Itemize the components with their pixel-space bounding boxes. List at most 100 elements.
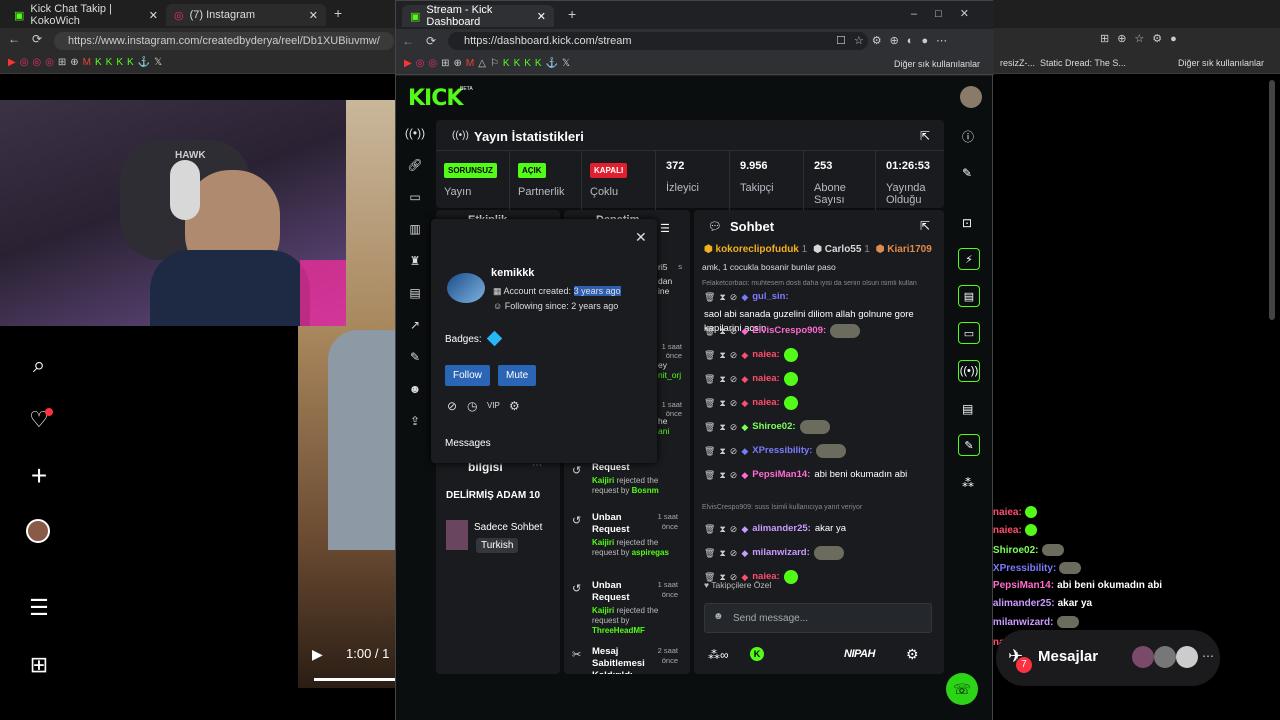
video-progress-bar[interactable]	[314, 678, 395, 681]
ban-icon[interactable]: ⊘	[730, 324, 738, 338]
layout-icon[interactable]: ▤	[962, 402, 973, 416]
ban-icon[interactable]: ⊘	[730, 444, 738, 458]
close-icon[interactable]: ✕	[149, 9, 158, 22]
bookmark-other-favorites[interactable]: Diğer sık kullanılanlar	[894, 59, 980, 69]
window-icon[interactable]: ▭	[404, 186, 426, 208]
ban-icon[interactable]: ⊘	[730, 468, 738, 482]
follow-button[interactable]: Follow	[445, 365, 490, 386]
broadcast-icon[interactable]: ((•))	[958, 360, 980, 382]
moderation-item[interactable]: ↺ Unban Request 1 saat önce Kaijiri rejecte…	[564, 574, 690, 635]
back-icon[interactable]: ←	[8, 32, 20, 46]
timeout-icon[interactable]: ⧗	[719, 348, 725, 362]
help-chat-button[interactable]: ☏	[946, 673, 978, 705]
create-plus-icon[interactable]: +	[26, 460, 52, 491]
new-tab-icon[interactable]: +	[334, 5, 342, 21]
delete-icon[interactable]: 🗑︎	[704, 444, 715, 458]
timeout-icon[interactable]: ⧗	[719, 324, 725, 338]
chart-icon[interactable]: ▥	[404, 218, 426, 240]
chat-icon[interactable]: ▭	[958, 322, 980, 344]
chat-username[interactable]: naiea:	[752, 348, 779, 362]
timeout-icon[interactable]: ⧗	[719, 546, 725, 560]
info-icon[interactable]: ⓘ	[962, 128, 974, 145]
play-icon[interactable]: ▶	[312, 646, 323, 663]
browser-toolbar-icons[interactable]: ⊞⊕☆⚙●	[1100, 32, 1185, 45]
moderation-item[interactable]: ↺ Unban Request 1 saat önce Kaijiri rejecte…	[564, 506, 690, 566]
bolt-icon[interactable]: ⚡︎	[958, 248, 980, 270]
chat-username[interactable]: PepsiMan14:	[752, 468, 810, 482]
chat-username[interactable]: ElvisCrespo909:	[752, 324, 826, 338]
scrollbar[interactable]	[1269, 80, 1275, 320]
link-icon[interactable]: 🔗︎	[404, 154, 426, 176]
ban-icon[interactable]: ⊘	[447, 399, 457, 413]
timeout-icon[interactable]: ⧗	[719, 522, 725, 536]
delete-icon[interactable]: 🗑︎	[704, 348, 715, 362]
target-username[interactable]: ThreeHeadMF	[592, 626, 645, 635]
ban-icon[interactable]: ⊘	[730, 372, 738, 386]
target-username[interactable]: aspiregas	[632, 548, 669, 557]
user-avatar[interactable]	[960, 86, 982, 108]
wrench-icon[interactable]: ✎	[404, 346, 426, 368]
kick-logo[interactable]: KICK	[408, 86, 463, 111]
delete-icon[interactable]: 🗑︎	[704, 468, 715, 482]
tab-kick-chat-takip[interactable]: ▣ Kick Chat Takip | KokoWich ✕	[6, 3, 166, 27]
bookmark-partial[interactable]: resizZ-...	[1000, 58, 1035, 68]
chat-username[interactable]: milanwizard:	[752, 546, 810, 560]
broadcast-icon[interactable]: ((•))	[404, 122, 426, 144]
ban-icon[interactable]: ⊘	[730, 522, 738, 536]
menu-icon[interactable]: ☰	[26, 595, 52, 621]
camera-icon[interactable]: ⊡	[962, 216, 972, 230]
bookmark-icons[interactable]: ▶◎◎⊞⊕M△⚐KKKK⚓𝕏	[404, 58, 574, 69]
moderator-name[interactable]: Kaijiri	[592, 476, 614, 485]
bookmark-icons[interactable]: ▶◎◎◎⊞⊕MKKKK⚓𝕏	[8, 57, 166, 68]
tab-kick-dashboard[interactable]: ▣ Stream - Kick Dashboard ✕	[402, 4, 554, 28]
timeout-icon[interactable]: ⧗	[719, 372, 725, 386]
mod-icon[interactable]: ⚙	[509, 399, 520, 413]
top-gifter[interactable]: ⬢ Carlo55 1	[813, 244, 870, 255]
tag-badge[interactable]: Turkish	[476, 538, 519, 553]
chat-username[interactable]: Shiroe02:	[752, 420, 795, 434]
kick-emote-icon[interactable]: K	[750, 647, 764, 661]
ban-icon[interactable]: ⊘	[730, 420, 738, 434]
bookmark-other-favorites[interactable]: Diğer sık kullanılanlar	[1178, 58, 1264, 68]
settings-gear-icon[interactable]: ⚙	[906, 646, 919, 663]
chat-username[interactable]: XPressibility:	[752, 444, 812, 458]
upload-icon[interactable]: ⇪	[404, 410, 426, 432]
bookmark-static-dread[interactable]: Static Dread: The S...	[1040, 58, 1126, 68]
profile-avatar[interactable]	[26, 519, 50, 543]
reload-icon[interactable]: ⟳	[32, 32, 42, 46]
timeout-icon[interactable]: ◷	[467, 399, 477, 413]
moderation-item[interactable]: ✂ Mesaj Sabitlemesi Kaldırıldı 2 saat önce	[564, 640, 690, 674]
chat-username[interactable]: naiea:	[752, 396, 779, 410]
target-username[interactable]: Bosnm	[632, 486, 659, 495]
messages-widget[interactable]: ✈ 7 Mesajlar ⋯	[996, 630, 1220, 686]
tab-instagram[interactable]: ◎ (7) Instagram ✕	[166, 4, 326, 26]
close-icon[interactable]: ✕	[537, 10, 546, 23]
chat-username[interactable]: naiea:	[752, 372, 779, 386]
timeout-icon[interactable]: ⧗	[719, 420, 725, 434]
more-apps-icon[interactable]: ⊞	[26, 652, 52, 678]
search-icon[interactable]: ⌕	[26, 352, 52, 378]
url-bar[interactable]: https://dashboard.kick.com/stream	[448, 32, 868, 50]
users-icon[interactable]: ☻	[404, 378, 426, 400]
top-gifter[interactable]: ⬢ kokoreclipofuduk 1	[704, 244, 807, 255]
delete-icon[interactable]: 🗑︎	[704, 546, 715, 560]
chat-input[interactable]: ☻ Send message...	[704, 603, 932, 633]
browser-toolbar-icons[interactable]: ☐☆⚙⊕◐●⋯	[836, 34, 955, 47]
edit-icon[interactable]: ✎	[962, 166, 972, 180]
mute-button[interactable]: Mute	[498, 365, 537, 386]
popout-icon[interactable]: ⇱	[920, 219, 930, 233]
delete-icon[interactable]: 🗑︎	[704, 372, 715, 386]
window-controls[interactable]: –□✕	[911, 7, 987, 20]
video-icon[interactable]: ▤	[404, 282, 426, 304]
timeout-icon[interactable]: ⧗	[719, 468, 725, 482]
new-tab-icon[interactable]: +	[568, 6, 576, 22]
delete-icon[interactable]: 🗑︎	[704, 324, 715, 338]
more-icon[interactable]: ⋯	[1202, 649, 1214, 663]
timeout-icon[interactable]: ⧗	[719, 396, 725, 410]
delete-icon[interactable]: 🗑︎	[704, 290, 715, 304]
close-icon[interactable]: ✕	[635, 229, 647, 246]
chat-username[interactable]: gul_sin:	[752, 290, 788, 304]
ban-icon[interactable]: ⊘	[730, 348, 738, 362]
ban-icon[interactable]: ⊘	[730, 396, 738, 410]
nipah-logo[interactable]: NIPAH	[844, 648, 875, 660]
